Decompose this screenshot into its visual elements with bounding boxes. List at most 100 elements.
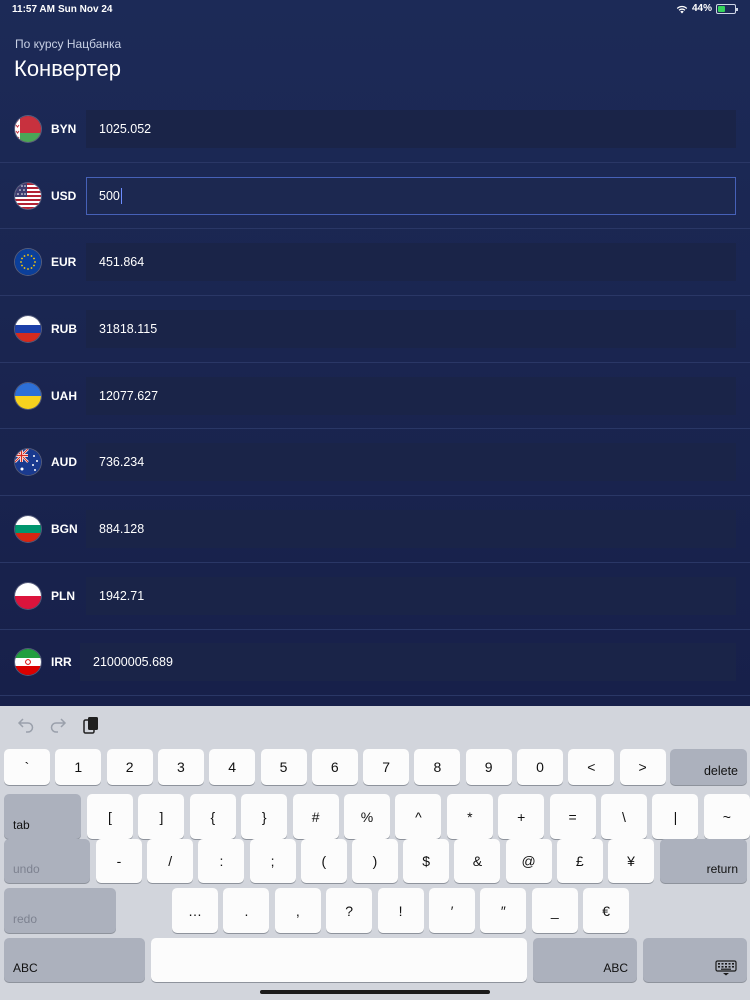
key-row1-0[interactable]: `: [4, 749, 50, 785]
key-row4-3[interactable]: ?: [326, 888, 373, 933]
key-row2-11[interactable]: |: [652, 794, 699, 839]
key-row2-10[interactable]: \: [601, 794, 647, 839]
amount-input-rub[interactable]: 31818.115: [86, 309, 736, 348]
key-row1-1[interactable]: 1: [55, 749, 102, 785]
dismiss-keyboard-key[interactable]: [643, 938, 747, 982]
key-row1-4[interactable]: 4: [209, 749, 256, 785]
currency-code: PLN: [51, 588, 75, 603]
undo-key[interactable]: undo: [4, 839, 90, 883]
key-row2-6[interactable]: ^: [395, 794, 442, 839]
amount-input-bgn[interactable]: 884.128: [86, 509, 736, 548]
currency-row-rub: RUB 31818.115: [0, 296, 750, 363]
key-row4-5[interactable]: ′: [429, 888, 475, 933]
currency-code: BGN: [51, 521, 78, 536]
key-row3-7[interactable]: &: [454, 839, 501, 883]
russia-flag-icon: [15, 315, 41, 342]
amount-input-irr[interactable]: 21000005.689: [80, 643, 736, 682]
key-row2-3[interactable]: }: [241, 794, 288, 839]
key-row1-12[interactable]: >: [619, 749, 666, 785]
space-key[interactable]: [151, 938, 527, 982]
keyboard-dismiss-icon: [715, 960, 737, 976]
undo-arrow-icon[interactable]: [17, 717, 35, 733]
amount-input-usd[interactable]: 500: [86, 176, 736, 215]
key-row4-7[interactable]: _: [531, 888, 578, 933]
amount-value: 1025.052: [99, 121, 152, 136]
key-row3-3[interactable]: ;: [249, 839, 296, 883]
currency-row-usd: USD 500: [0, 163, 750, 230]
key-row1-7[interactable]: 7: [363, 749, 410, 785]
australia-flag-icon: [15, 449, 41, 476]
amount-value: 12077.627: [99, 388, 159, 403]
battery-icon: [716, 3, 738, 14]
currency-row-eur: EUR 451.864: [0, 229, 750, 297]
key-row1-3[interactable]: 3: [157, 749, 204, 785]
key-row3-0[interactable]: -: [96, 839, 142, 883]
key-row2-0[interactable]: [: [87, 794, 133, 839]
amount-value: 500: [99, 188, 120, 203]
key-row2-4[interactable]: #: [292, 794, 339, 839]
redo-key[interactable]: redo: [4, 888, 116, 933]
currency-code: AUD: [51, 455, 77, 470]
key-row3-2[interactable]: :: [198, 839, 245, 883]
key-row2-2[interactable]: {: [189, 794, 236, 839]
amount-input-pln[interactable]: 1942.71: [86, 576, 736, 615]
poland-flag-icon: [15, 582, 41, 609]
amount-input-byn[interactable]: 1025.052: [86, 109, 736, 148]
key-row4-4[interactable]: !: [377, 888, 424, 933]
key-row4-8[interactable]: €: [583, 888, 630, 933]
key-row3-1[interactable]: /: [147, 839, 194, 883]
key-row2-7[interactable]: *: [446, 794, 493, 839]
tab-key[interactable]: tab: [4, 794, 81, 839]
amount-value: 1942.71: [99, 588, 145, 603]
key-row1-10[interactable]: 0: [517, 749, 563, 785]
key-row4-0[interactable]: …: [172, 888, 218, 933]
on-screen-keyboard: ` 1 2 3 4 5 6 7 8 9 0 < > delete tab []{} #% ^ * + = \ | ~ u…: [0, 706, 750, 1000]
key-row3-9[interactable]: £: [556, 839, 603, 883]
key-row3-5[interactable]: ): [352, 839, 398, 883]
page-subtitle: По курсу Нацбанка: [15, 37, 122, 51]
key-row4-6[interactable]: ″: [480, 888, 527, 933]
key-row1-11[interactable]: <: [568, 749, 615, 785]
abc-key-left[interactable]: ABC: [4, 938, 145, 982]
battery-percent: 44%: [691, 3, 712, 14]
converter-app: 11:57 AM Sun Nov 24 44% По курсу Нацбанк…: [0, 0, 750, 706]
key-row3-10[interactable]: ¥: [608, 839, 654, 883]
currency-code: USD: [51, 188, 77, 203]
key-row1-6[interactable]: 6: [311, 749, 358, 785]
key-row2-9[interactable]: =: [549, 794, 596, 839]
amount-value: 21000005.689: [93, 655, 173, 670]
amount-value: 451.864: [99, 255, 145, 270]
ukraine-flag-icon: [15, 382, 41, 409]
status-date: Sun Nov 24: [58, 4, 113, 15]
key-row1-5[interactable]: 5: [260, 749, 307, 785]
page-title: Конвертер: [14, 56, 121, 81]
paste-icon[interactable]: [82, 716, 100, 736]
wifi-icon: [676, 5, 688, 13]
currency-code: IRR: [51, 655, 72, 670]
key-row4-2[interactable]: ,: [274, 888, 321, 933]
usa-flag-icon: [15, 182, 41, 209]
key-row2-8[interactable]: +: [498, 794, 545, 839]
iran-flag-icon: [15, 649, 41, 676]
status-bar: 11:57 AM Sun Nov 24 44%: [0, 0, 750, 20]
amount-value: 884.128: [99, 521, 145, 536]
key-row3-6[interactable]: $: [403, 839, 450, 883]
key-row1-2[interactable]: 2: [106, 749, 153, 785]
redo-arrow-icon[interactable]: [49, 717, 67, 733]
amount-input-eur[interactable]: 451.864: [86, 243, 736, 282]
key-row3-4[interactable]: (: [300, 839, 347, 883]
key-row1-9[interactable]: 9: [465, 749, 512, 785]
key-row2-5[interactable]: %: [344, 794, 390, 839]
amount-input-uah[interactable]: 12077.627: [86, 376, 736, 415]
currency-code: EUR: [51, 255, 77, 270]
key-row3-8[interactable]: @: [505, 839, 552, 883]
amount-input-aud[interactable]: 736.234: [86, 443, 736, 482]
key-row1-8[interactable]: 8: [414, 749, 461, 785]
key-row2-1[interactable]: ]: [138, 794, 185, 839]
delete-key[interactable]: delete: [670, 749, 747, 785]
return-key[interactable]: return: [660, 839, 747, 883]
key-row2-12[interactable]: ~: [703, 794, 750, 839]
abc-key-right[interactable]: ABC: [533, 938, 637, 982]
status-time: 11:57 AM: [12, 4, 55, 15]
key-row4-1[interactable]: .: [223, 888, 270, 933]
